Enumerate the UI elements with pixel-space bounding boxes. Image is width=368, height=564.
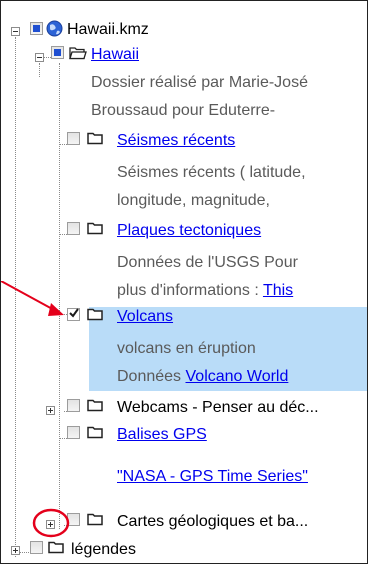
plaques-description-line-2: plus d'informations : This (117, 281, 293, 301)
tree-line-hawaii (39, 63, 40, 77)
tree-branch (59, 234, 67, 235)
plaques-this-link[interactable]: This (263, 282, 293, 299)
checkbox-legendes[interactable] (30, 541, 43, 554)
checkbox-plaques[interactable] (67, 222, 80, 235)
volcans-description-line-1: volcans en éruption (117, 340, 256, 357)
root-label[interactable]: Hawaii.kmz (67, 20, 149, 40)
volcano-world-link[interactable]: Volcano World (186, 368, 289, 385)
plaques-link[interactable]: Plaques tectoniques (117, 221, 261, 241)
cartes-label[interactable]: Cartes géologiques et ba... (117, 512, 308, 532)
hawaii-description-line-1: Dossier réalisé par Marie-José (91, 74, 308, 91)
checkbox-hawaii[interactable] (51, 46, 64, 59)
checkbox-root[interactable] (30, 22, 43, 35)
webcams-label[interactable]: Webcams - Penser au déc... (117, 398, 319, 418)
red-arrow-annotation (1, 281, 64, 316)
folder-icon (48, 541, 64, 554)
plaques-description-line-1: Données de l'USGS Pour (117, 254, 298, 271)
seismes-description-line-1: Séismes récents ( latitude, (117, 164, 306, 181)
folder-icon (87, 426, 103, 439)
earth-globe-icon (46, 20, 63, 37)
places-panel: Hawaii.kmz Hawaii Dossier réalisé par Ma… (0, 0, 368, 564)
collapse-toggle-hawaii[interactable] (35, 53, 44, 62)
hawaii-folder-link[interactable]: Hawaii (91, 45, 139, 65)
checkbox-balises-gps[interactable] (67, 426, 80, 439)
tree-branch (59, 144, 67, 145)
volcans-description-prefix: Données (117, 368, 186, 385)
balises-gps-link[interactable]: Balises GPS (117, 425, 207, 445)
expand-toggle-webcams[interactable] (46, 406, 55, 415)
checkbox-seismes[interactable] (67, 132, 80, 145)
legendes-label[interactable]: légendes (71, 540, 136, 560)
folder-icon (87, 513, 103, 526)
seismes-description-line-2: longitude, magnitude, (117, 192, 270, 209)
volcans-link[interactable]: Volcans (117, 307, 173, 327)
red-circle-annotation (32, 508, 70, 538)
folder-icon (87, 222, 103, 235)
tree-branch (59, 438, 67, 439)
open-folder-icon (69, 47, 87, 60)
volcans-description-line-2: Données Volcano World (117, 367, 288, 387)
collapse-toggle-root[interactable] (11, 27, 20, 36)
seismes-link[interactable]: Séismes récents (117, 131, 235, 151)
hawaii-description-line-2: Broussaud pour Eduterre- (91, 102, 276, 119)
plaques-description-text: plus d'informations : (117, 282, 263, 299)
nasa-gps-time-series-link[interactable]: "NASA - GPS Time Series" (117, 467, 308, 487)
folder-icon (87, 132, 103, 145)
expand-toggle-legendes[interactable] (11, 546, 20, 555)
checkbox-webcams[interactable] (67, 399, 80, 412)
folder-icon (87, 399, 103, 412)
folder-icon (87, 308, 103, 321)
